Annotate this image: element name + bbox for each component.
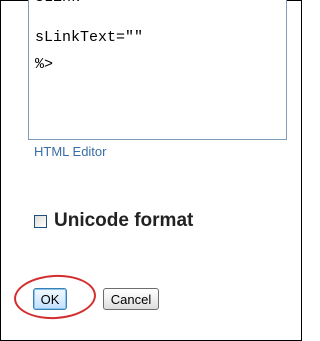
unicode-format-checkbox[interactable]	[34, 214, 47, 228]
unicode-format-option[interactable]: Unicode format	[34, 210, 193, 232]
code-line: sLink	[35, 0, 80, 7]
code-line: sLinkText=""	[35, 29, 144, 46]
html-editor-link[interactable]: HTML Editor	[34, 144, 106, 159]
code-line: %>	[35, 56, 54, 73]
cancel-button[interactable]: Cancel	[103, 288, 159, 310]
unicode-format-label: Unicode format	[54, 210, 194, 231]
html-code-editor[interactable]: sLink sLinkText="" %>	[28, 0, 287, 140]
ok-button[interactable]: OK	[33, 288, 67, 310]
